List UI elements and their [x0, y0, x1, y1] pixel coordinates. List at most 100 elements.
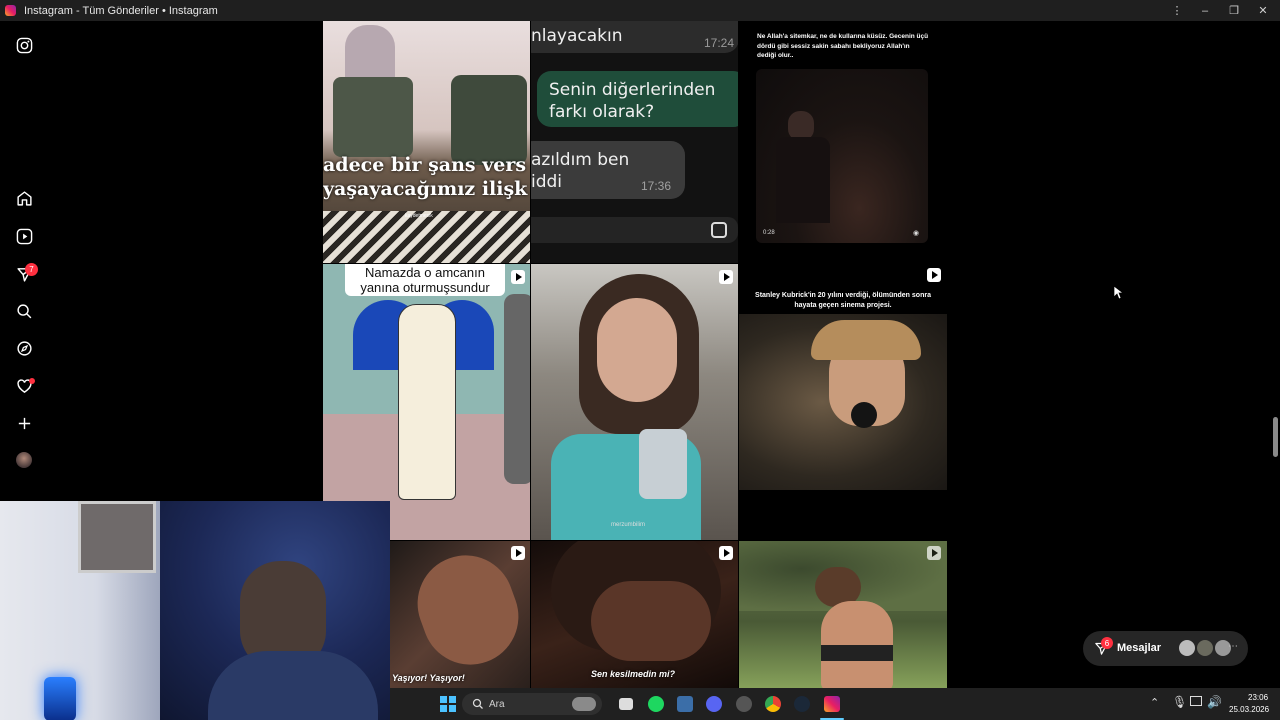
video-thumbnail: 0:28 ◉: [756, 69, 928, 243]
chat-text: azıldım ben: [531, 150, 630, 170]
search-icon[interactable]: [14, 301, 34, 321]
post-face: [591, 581, 711, 661]
messages-badge: 6: [1101, 637, 1113, 649]
post-tile[interactable]: nlayacakın 17:24 Senin diğerlerinden far…: [531, 21, 738, 263]
webcam-picture-frame: [78, 501, 156, 573]
chrome-icon[interactable]: [765, 696, 781, 712]
post-tile[interactable]: Namazda o amcanın yanına oturmuşsundur: [323, 264, 530, 540]
post-can: [639, 429, 687, 499]
create-icon[interactable]: [14, 413, 34, 433]
post-tile[interactable]: Ne Allah'a sitemkar, ne de kullarına küs…: [739, 21, 947, 263]
post-face: [597, 298, 677, 402]
chat-time: 17:24: [704, 36, 735, 50]
search-placeholder: Ara: [489, 698, 505, 710]
clock-date[interactable]: 25.03.2026: [1229, 705, 1269, 714]
post-caption: adece bir şans vers yaşayacağımız ilişk: [323, 153, 530, 201]
explore-icon[interactable]: [14, 338, 34, 358]
caption-line: yaşayacağımız ilişk: [323, 178, 528, 200]
notifications-dot: [29, 378, 35, 384]
eye-icon: ◉: [913, 230, 920, 237]
post-watermark: kaydetmesik: [405, 213, 433, 219]
page-scrollbar[interactable]: [1271, 21, 1280, 688]
webcam-person-body: [208, 651, 378, 720]
reel-icon: [927, 546, 941, 560]
video-time: 0:28: [763, 230, 775, 236]
post-figure: [333, 77, 413, 157]
window-title: Instagram - Tüm Gönderiler • Instagram: [24, 4, 218, 17]
post-tile[interactable]: [739, 541, 947, 688]
windows-taskbar: Ara ⌃ 🎙 🔊 23:06 25.03.2026: [390, 688, 1280, 720]
app-icon[interactable]: [677, 696, 693, 712]
webcam-lamp: [44, 677, 76, 720]
instagram-logo-icon[interactable]: [14, 35, 34, 55]
restore-button[interactable]: ❐: [1219, 0, 1249, 21]
post-figure: [504, 294, 530, 484]
microphone-icon[interactable]: 🎙: [1172, 695, 1187, 709]
avatar: [1197, 640, 1213, 656]
webcam-overlay: [0, 501, 390, 720]
network-icon[interactable]: [1190, 696, 1202, 706]
post-tile[interactable]: merzumbilim: [531, 264, 738, 540]
more-icon: ⋯: [1228, 641, 1238, 652]
reel-icon: [511, 270, 525, 284]
reel-icon: [719, 546, 733, 560]
task-view-icon[interactable]: [619, 698, 633, 710]
post-caption: Ne Allah'a sitemkar, ne de kullarına küs…: [757, 33, 929, 59]
chat-time: 17:36: [641, 179, 672, 193]
mouse-cursor-icon: [1114, 286, 1123, 300]
taskbar-search[interactable]: Ara: [462, 693, 602, 715]
post-tile[interactable]: Stanley Kubrick'in 20 yılını verdiği, öl…: [739, 264, 947, 540]
post-figure: [398, 304, 456, 500]
messages-pill[interactable]: 6 Mesajlar ⋯: [1083, 631, 1248, 666]
scrollbar-thumb[interactable]: [1273, 417, 1278, 457]
sidebar: 7: [0, 21, 48, 501]
video-thumbnail: [739, 314, 947, 490]
post-tile[interactable]: adece bir şans vers yaşayacağımız ilişk …: [323, 21, 530, 263]
steam-icon[interactable]: [794, 696, 810, 712]
instagram-icon[interactable]: [824, 696, 840, 712]
post-top: [821, 645, 893, 661]
home-icon[interactable]: [14, 188, 34, 208]
close-button[interactable]: ✕: [1248, 0, 1278, 21]
app-icon[interactable]: [736, 696, 752, 712]
posts-grid: adece bir şans vers yaşayacağımız ilişk …: [323, 21, 947, 688]
post-caption: Namazda o amcanın yanına oturmuşsundur: [345, 264, 505, 296]
chat-text: Senin diğerlerinden farkı olarak?: [549, 80, 716, 122]
clock-time[interactable]: 23:06: [1248, 693, 1268, 702]
instagram-app-icon: [5, 5, 16, 16]
post-tile[interactable]: Sen kesilmedin mi?: [531, 541, 738, 688]
avatar: [1179, 640, 1195, 656]
volume-icon[interactable]: 🔊: [1207, 695, 1222, 709]
post-figure: [776, 137, 830, 223]
more-options-button[interactable]: ⋮: [1162, 0, 1192, 21]
reel-icon: [511, 546, 525, 560]
post-face: [404, 541, 530, 679]
minimize-button[interactable]: –: [1190, 0, 1220, 21]
post-figure: [451, 75, 527, 165]
discord-icon[interactable]: [706, 696, 722, 712]
post-tile[interactable]: Yaşıyor! Yaşıyor!: [390, 541, 530, 688]
window-titlebar: Instagram - Tüm Gönderiler • Instagram: [0, 0, 1280, 21]
sticker-icon: [711, 222, 727, 238]
reels-icon[interactable]: [14, 226, 34, 246]
chat-text: nlayacakın: [531, 26, 623, 46]
spotify-icon[interactable]: [648, 696, 664, 712]
chevron-up-icon[interactable]: ⌃: [1150, 696, 1159, 709]
post-caption: Yaşıyor! Yaşıyor!: [392, 673, 465, 683]
post-caption: Sen kesilmedin mi?: [591, 669, 676, 679]
caption-line: adece bir şans vers: [323, 154, 527, 176]
post-mouth: [851, 402, 877, 428]
post-watermark: merzumbilim: [611, 522, 646, 528]
search-highlight-icon: [572, 697, 596, 711]
messages-label: Mesajlar: [1117, 642, 1162, 654]
chat-input-bar: [531, 217, 738, 243]
profile-avatar[interactable]: [14, 450, 34, 470]
post-hair: [811, 320, 921, 360]
post-caption: Stanley Kubrick'in 20 yılını verdiği, öl…: [755, 292, 931, 309]
reel-icon: [719, 270, 733, 284]
windows-start-icon[interactable]: [440, 696, 456, 712]
search-icon: [472, 698, 483, 709]
reel-icon: [927, 268, 941, 282]
messages-badge: 7: [25, 263, 38, 276]
chat-bubble-green: Senin diğerlerinden farkı olarak?: [537, 71, 738, 127]
